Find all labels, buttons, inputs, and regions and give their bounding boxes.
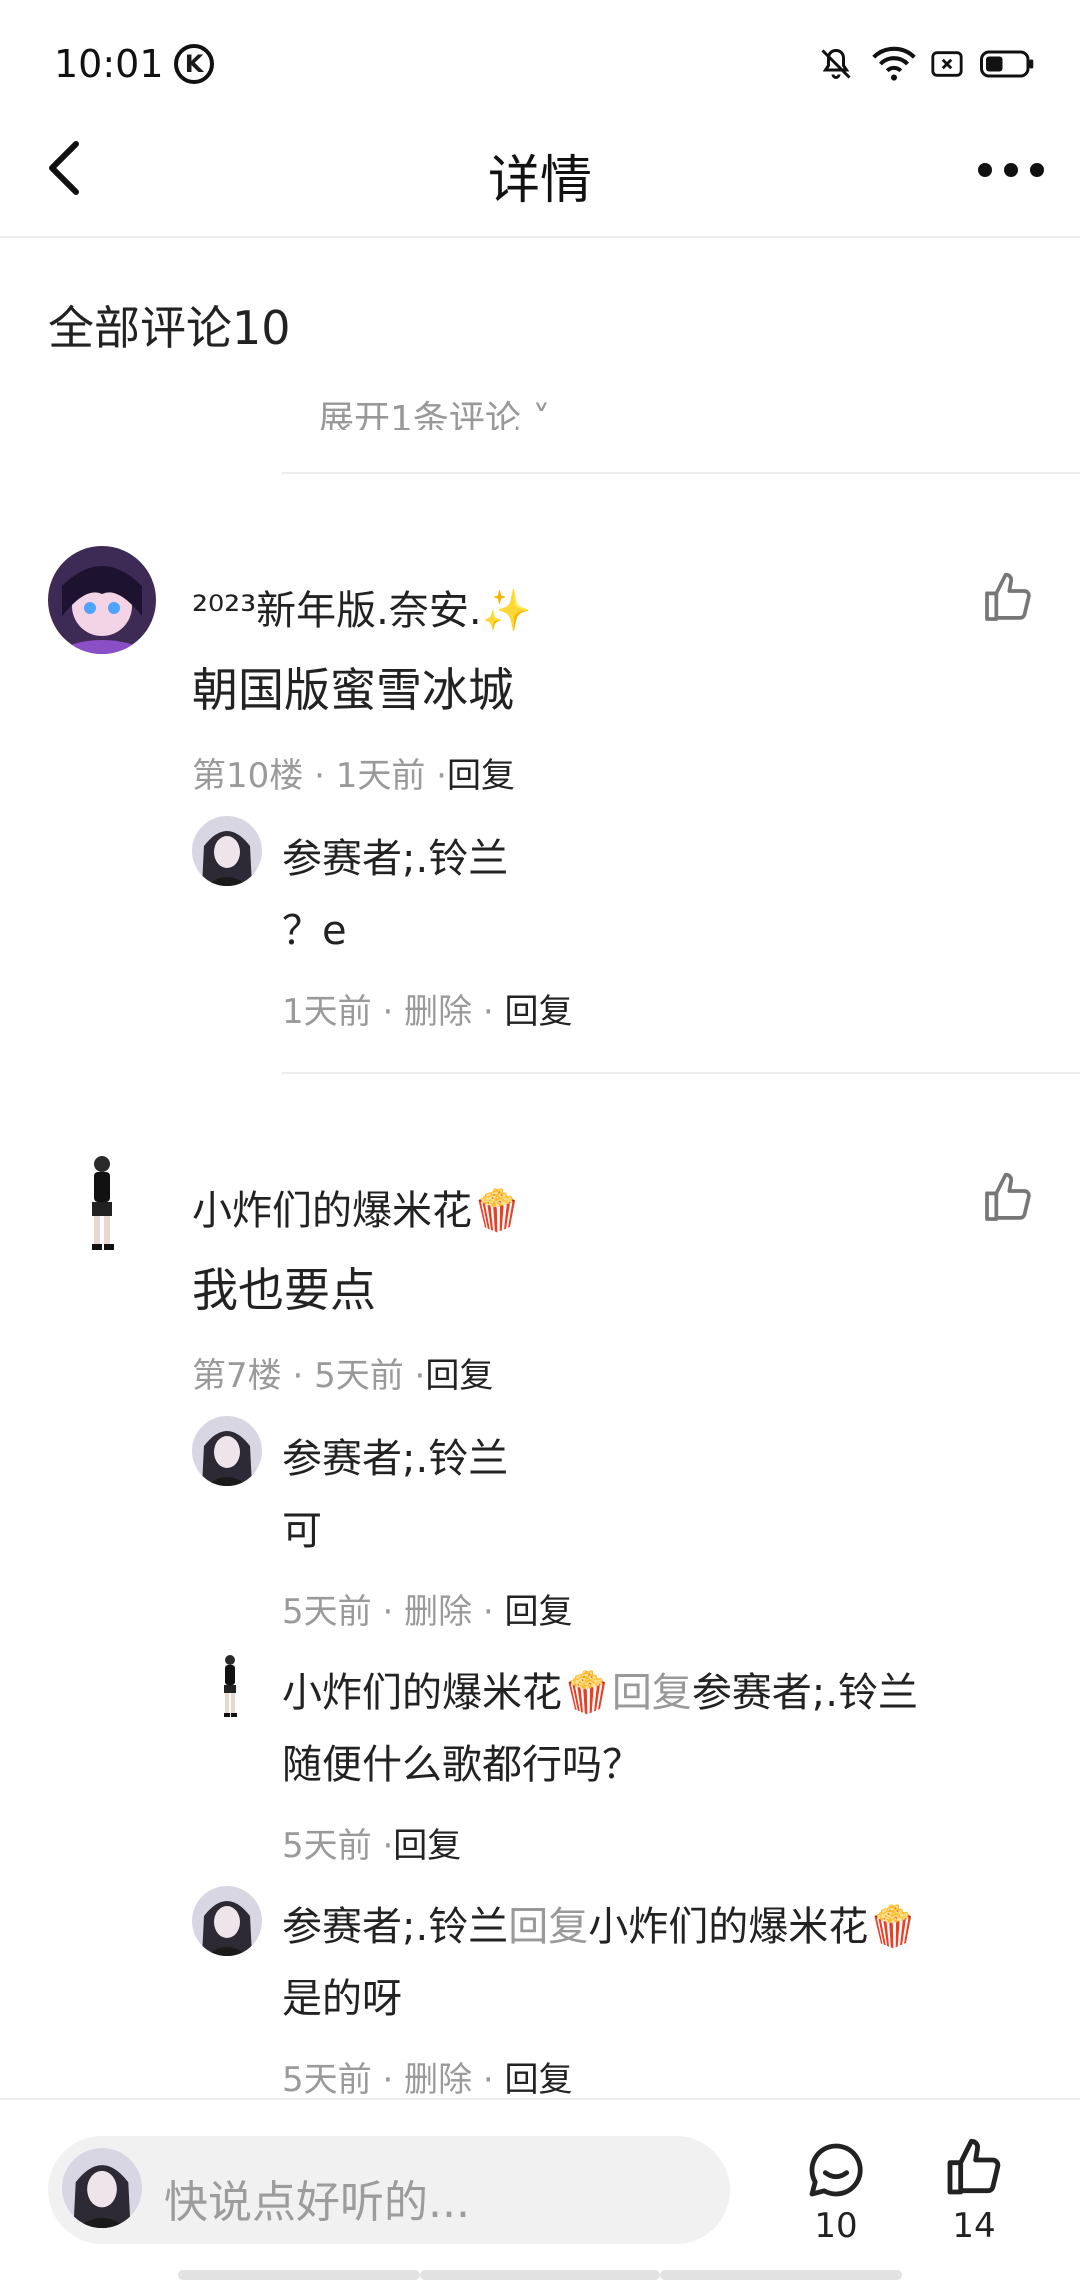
comment-meta: 第7楼 · 5天前 ·回复: [192, 1356, 494, 1396]
reply-meta: 5天前 ·回复: [282, 1826, 462, 1866]
popcorn-icon: 🍿: [868, 1904, 919, 1950]
wifi-icon: [872, 46, 916, 81]
header-divider: [0, 236, 1080, 238]
popcorn-icon: 🍿: [472, 1188, 522, 1234]
comment-author[interactable]: ²⁰²³新年版.奈安.✨: [192, 578, 531, 636]
more-dots-icon[interactable]: [976, 160, 1046, 180]
avatar-girl-icon: [192, 816, 262, 886]
avatar[interactable]: [192, 1886, 262, 1956]
avatar-figure-icon: [48, 1146, 156, 1254]
nav-bar-segment: [660, 2270, 902, 2280]
reply-header: 参赛者;.铃兰回复小炸们的爆米花🍿: [282, 1904, 919, 1950]
reply-button[interactable]: 回复: [425, 1356, 493, 1396]
nav-bar-segment: [420, 2270, 660, 2280]
comment-input-placeholder[interactable]: 快说点好听的...: [164, 2166, 470, 2230]
battery-icon: [980, 50, 1034, 78]
reply-content: ？e: [282, 908, 347, 954]
sparkle-icon: ✨: [481, 588, 532, 634]
avatar[interactable]: [192, 816, 262, 886]
avatar[interactable]: [200, 1650, 260, 1720]
reply-author[interactable]: 参赛者;.铃兰: [282, 1904, 508, 1950]
reply-button[interactable]: 回复: [505, 1592, 573, 1632]
comments-heading: 全部评论10: [48, 301, 291, 355]
reply-meta: 1天前 · 删除 · 回复: [282, 992, 573, 1032]
reply-meta: 5天前 · 删除 · 回复: [282, 2060, 573, 2100]
reply-header: 小炸们的爆米花🍿回复参赛者;.铃兰: [282, 1670, 919, 1716]
comment-meta: 第10楼 · 1天前 ·回复: [192, 756, 515, 796]
nav-bar-segment: [178, 2270, 420, 2280]
comment-content: 朝国版蜜雪冰城: [192, 663, 514, 717]
like-count: 14: [952, 2206, 996, 2246]
reply-target[interactable]: 小炸们的爆米花: [588, 1904, 868, 1950]
avatar[interactable]: [48, 1146, 156, 1254]
reply-meta: 5天前 · 删除 · 回复: [282, 1592, 573, 1632]
status-icons: [818, 44, 1034, 84]
reply-content: 可: [282, 1508, 322, 1554]
reply-button[interactable]: 回复: [393, 1826, 461, 1866]
avatar-figure-icon: [200, 1650, 260, 1720]
delete-button[interactable]: 删除: [404, 992, 472, 1032]
avatar-girl-icon: [62, 2148, 142, 2228]
delete-button[interactable]: 删除: [404, 2060, 472, 2100]
avatar-girl-icon: [192, 1416, 262, 1486]
divider: [282, 472, 1080, 474]
mute-bell-icon: [821, 48, 851, 79]
page-title: 详情: [487, 151, 592, 211]
comment-count: 10: [814, 2206, 858, 2246]
bottom-bar-divider: [0, 2098, 1080, 2100]
comment-author[interactable]: 小炸们的爆米花🍿: [192, 1178, 522, 1236]
thumb-up-icon[interactable]: [942, 2136, 1006, 2200]
sim-x-icon: [931, 51, 963, 77]
comment-content: 我也要点: [192, 1263, 376, 1317]
divider: [282, 1072, 1080, 1074]
reply-content: 是的呀: [282, 1976, 402, 2022]
avatar-girl-icon: [192, 1886, 262, 1956]
status-k-badge: K: [174, 44, 214, 84]
thumb-up-icon[interactable]: [980, 570, 1036, 626]
my-avatar: [62, 2148, 142, 2228]
thumb-up-icon[interactable]: [980, 1170, 1036, 1226]
delete-button[interactable]: 删除: [404, 1592, 472, 1632]
reply-author[interactable]: 参赛者;.铃兰: [282, 1426, 508, 1484]
reply-button[interactable]: 回复: [505, 2060, 573, 2100]
status-time: 10:01: [54, 42, 164, 86]
avatar[interactable]: [48, 546, 156, 654]
reply-author[interactable]: 小炸们的爆米花: [282, 1670, 562, 1716]
popcorn-icon: 🍿: [562, 1670, 612, 1716]
avatar-anime-icon: [48, 546, 156, 654]
reply-button[interactable]: 回复: [447, 756, 515, 796]
expand-replies-button[interactable]: 展开1条评论 ˅: [318, 390, 550, 430]
comment-bubble-icon[interactable]: [804, 2138, 868, 2202]
reply-content: 随便什么歌都行吗？: [282, 1742, 642, 1788]
reply-target[interactable]: 参赛者;.铃兰: [692, 1670, 918, 1716]
reply-author[interactable]: 参赛者;.铃兰: [282, 826, 508, 884]
reply-button[interactable]: 回复: [505, 992, 573, 1032]
avatar[interactable]: [192, 1416, 262, 1486]
